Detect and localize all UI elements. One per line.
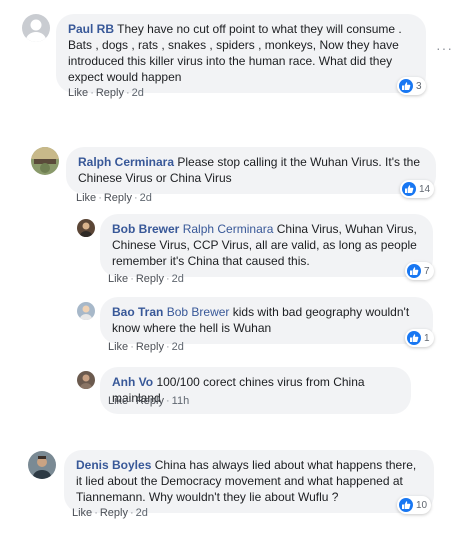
timestamp[interactable]: 2d	[172, 341, 184, 353]
timestamp[interactable]: 2d	[136, 507, 148, 519]
thumbs-up-icon	[399, 498, 413, 512]
reply-link[interactable]: Reply	[136, 395, 164, 407]
comment-author[interactable]: Anh Vo	[112, 375, 153, 389]
timestamp[interactable]: 2d	[140, 192, 152, 204]
avatar[interactable]	[22, 14, 50, 42]
reply-link[interactable]: Reply	[104, 192, 132, 204]
separator: ·	[129, 507, 134, 519]
separator: ·	[125, 87, 130, 99]
reaction-number: 10	[416, 499, 428, 511]
separator: ·	[98, 192, 102, 204]
like-link[interactable]: Like	[108, 273, 128, 285]
separator: ·	[133, 192, 138, 204]
like-link[interactable]: Like	[72, 507, 92, 519]
comment-bubble: Bao Tran Bob Brewer kids with bad geogra…	[100, 297, 433, 344]
reaction-count[interactable]: 3	[397, 77, 426, 95]
reaction-number: 14	[419, 183, 431, 195]
avatar[interactable]	[77, 302, 95, 320]
separator: ·	[165, 341, 170, 353]
like-link[interactable]: Like	[76, 192, 96, 204]
comment-bubble: Paul RB They have no cut off point to wh…	[56, 14, 426, 93]
comment-author[interactable]: Denis Boyles	[76, 458, 151, 472]
timestamp[interactable]: 2d	[132, 87, 144, 99]
reaction-number: 3	[416, 80, 422, 92]
avatar[interactable]	[77, 219, 95, 237]
reaction-number: 1	[424, 332, 430, 344]
reaction-count[interactable]: 14	[400, 180, 435, 198]
avatar[interactable]	[77, 371, 95, 389]
comment-author[interactable]: Bob Brewer	[112, 222, 179, 236]
like-link[interactable]: Like	[68, 87, 88, 99]
comment-author[interactable]: Paul RB	[68, 22, 114, 36]
thumbs-up-icon	[407, 264, 421, 278]
timestamp[interactable]: 11h	[172, 395, 190, 407]
comment-text: They have no cut off point to what they …	[68, 22, 402, 84]
comment-bubble: Denis Boyles China has always lied about…	[64, 450, 434, 513]
mention-link[interactable]: Bob Brewer	[167, 305, 230, 319]
thumbs-up-icon	[407, 331, 421, 345]
comment-bubble: Ralph Cerminara Please stop calling it t…	[66, 147, 436, 194]
reaction-count[interactable]: 10	[397, 496, 432, 514]
comment-bubble: Bob Brewer Ralph Cerminara China Virus, …	[100, 214, 433, 277]
reply-link[interactable]: Reply	[136, 273, 164, 285]
more-options-icon[interactable]: ···	[436, 40, 453, 56]
reply-link[interactable]: Reply	[96, 87, 124, 99]
reaction-count[interactable]: 7	[405, 262, 434, 280]
reply-link[interactable]: Reply	[100, 507, 128, 519]
avatar[interactable]	[28, 451, 56, 479]
like-link[interactable]: Like	[108, 341, 128, 353]
separator: ·	[90, 87, 94, 99]
like-link[interactable]: Like	[108, 395, 128, 407]
comment-actions: Like · Reply · 11h	[108, 395, 189, 407]
comment-author[interactable]: Ralph Cerminara	[78, 155, 174, 169]
avatar[interactable]	[31, 147, 59, 175]
reply-link[interactable]: Reply	[136, 341, 164, 353]
separator: ·	[130, 273, 134, 285]
comment-actions: Like · Reply · 2d	[108, 341, 184, 353]
separator: ·	[94, 507, 98, 519]
reaction-count[interactable]: 1	[405, 329, 434, 347]
comment-actions: Like · Reply · 2d	[72, 507, 148, 519]
separator: ·	[165, 395, 170, 407]
separator: ·	[130, 395, 134, 407]
comment-actions: Like · Reply · 2d	[68, 87, 144, 99]
separator: ·	[130, 341, 134, 353]
comment-actions: Like · Reply · 2d	[76, 192, 152, 204]
thumbs-up-icon	[402, 182, 416, 196]
thumbs-up-icon	[399, 79, 413, 93]
timestamp[interactable]: 2d	[172, 273, 184, 285]
separator: ·	[165, 273, 170, 285]
comment-actions: Like · Reply · 2d	[108, 273, 184, 285]
reaction-number: 7	[424, 265, 430, 277]
mention-link[interactable]: Ralph Cerminara	[183, 222, 274, 236]
comment-author[interactable]: Bao Tran	[112, 305, 163, 319]
